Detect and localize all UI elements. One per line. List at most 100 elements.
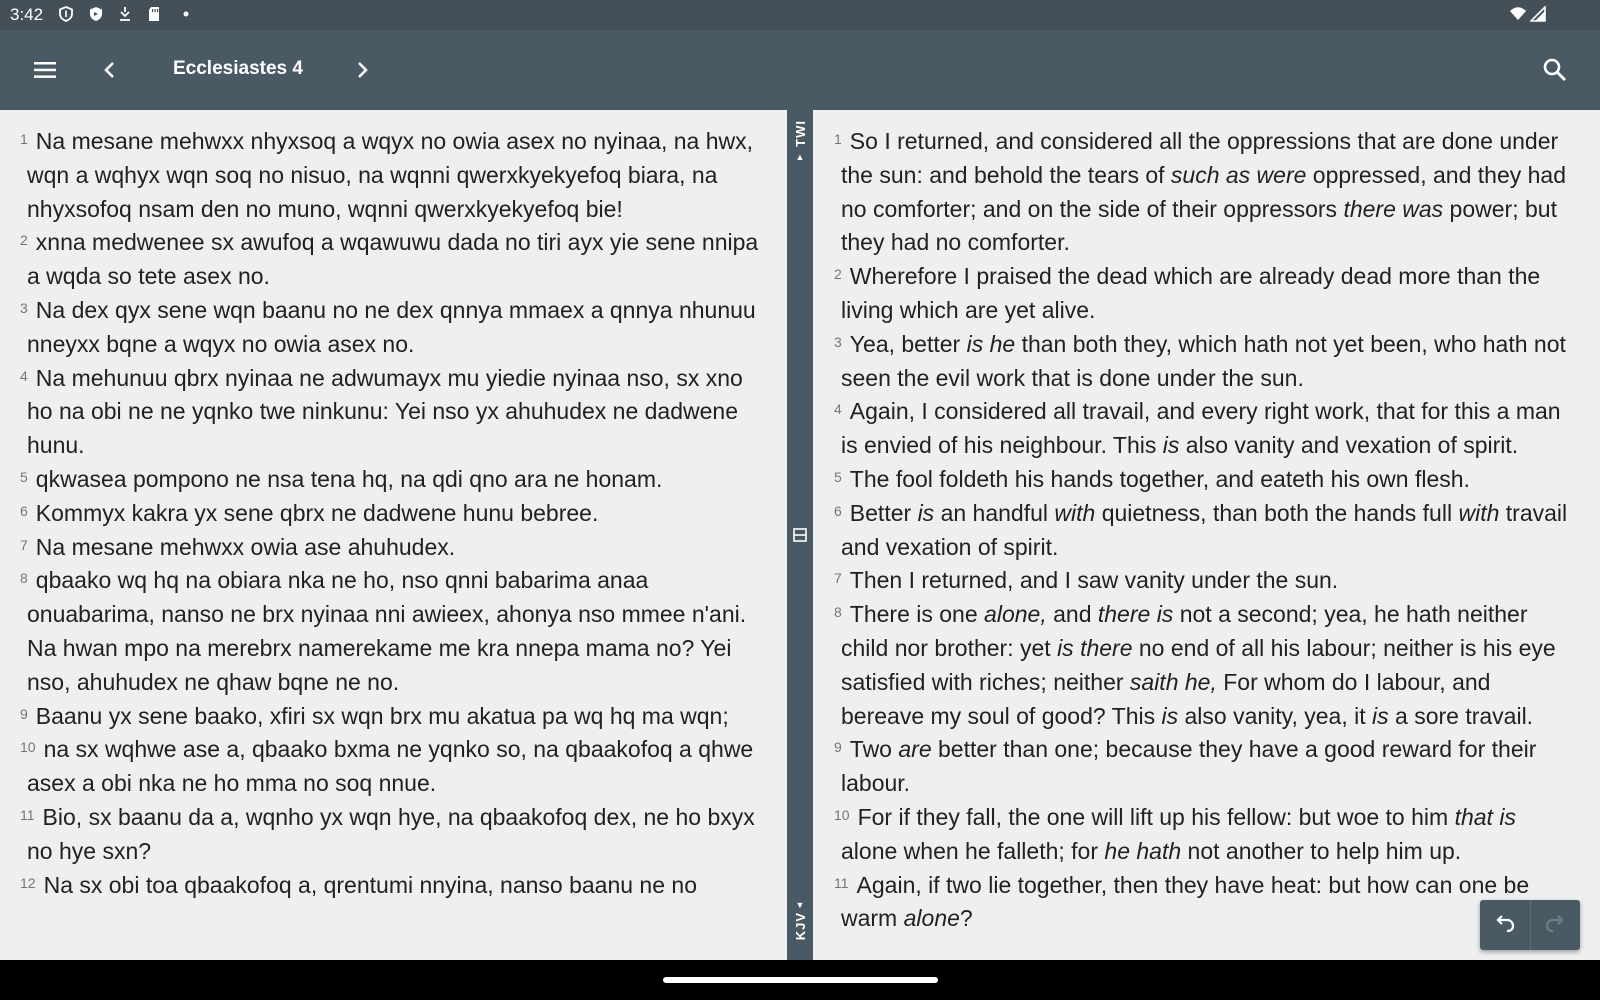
verse-text: ?: [959, 905, 973, 932]
verse-text: qbaako wq hq na obiara nka ne ho, nso qn…: [27, 567, 747, 695]
split-divider[interactable]: TWI ▲ ▼ KJV: [787, 110, 813, 960]
split-handle-icon[interactable]: [793, 528, 807, 542]
left-verse-6[interactable]: 6 Kommyx kakra yx sene qbrx ne dadwene hu…: [20, 497, 767, 531]
right-verse-1[interactable]: 1 So I returned, and considered all the o…: [834, 125, 1574, 260]
cellular-signal-icon: [1530, 6, 1546, 22]
verse-text: Yea, better: [849, 330, 967, 357]
verse-text: Better: [849, 499, 918, 526]
left-verse-9[interactable]: 9 Baanu yx sene baako, xfiri sx wqn brx m…: [20, 700, 767, 734]
left-text-pane[interactable]: 1 Na mesane mehwxx nhyxsoq a wqyx no owia…: [0, 110, 787, 960]
verse-text-italic: alone: [903, 905, 960, 932]
menu-button[interactable]: [25, 50, 65, 90]
verse-text: alone when he falleth; for: [841, 837, 1105, 864]
verse-text: Na mesane mehwxx owia ase ahuhudex.: [35, 533, 456, 560]
search-button[interactable]: [1535, 50, 1575, 90]
verse-number: 3: [20, 299, 28, 316]
verse-number: 8: [834, 604, 842, 621]
left-verse-1[interactable]: 1 Na mesane mehwxx nhyxsoq a wqyx no owia…: [20, 125, 767, 226]
chevron-left-icon: [104, 62, 114, 78]
verse-text-italic: are: [898, 736, 932, 763]
verse-number: 11: [834, 874, 849, 891]
menu-icon: [34, 62, 56, 78]
verse-number: 7: [20, 536, 28, 553]
home-gesture-handle[interactable]: [663, 977, 938, 983]
verse-number: 9: [834, 739, 842, 756]
verse-number: 6: [20, 502, 28, 519]
left-verse-10[interactable]: 10 na sx wqhwe ase a, qbaako bxma ne yqnk…: [20, 733, 767, 801]
right-verse-5[interactable]: 5 The fool foldeth his hands together, an…: [834, 463, 1574, 497]
verse-text: Wherefore I praised the dead which are a…: [841, 263, 1541, 323]
verse-text: na sx wqhwe ase a, qbaako bxma ne yqnko …: [27, 736, 754, 797]
right-verse-7[interactable]: 7 Then I returned, and I saw vanity under…: [834, 564, 1574, 598]
previous-chapter-button[interactable]: [90, 50, 130, 90]
triangle-down-icon: ▼: [795, 900, 805, 910]
verse-number: 2: [20, 232, 28, 249]
verse-number: 10: [20, 739, 36, 756]
verse-text-italic: that is: [1454, 803, 1516, 830]
undo-icon: [1496, 915, 1515, 933]
verse-text-italic: there is: [1097, 601, 1174, 628]
verse-text: and: [1046, 601, 1098, 628]
left-verse-2[interactable]: 2 xnna medwenee sx awufoq a wqawuwu dada …: [20, 226, 767, 294]
left-verse-7[interactable]: 7 Na mesane mehwxx owia ase ahuhudex.: [20, 531, 767, 565]
bottom-translation-toggle[interactable]: ▼ KJV: [787, 900, 813, 943]
verse-number: 12: [20, 874, 36, 891]
verse-text-italic: is there: [1057, 634, 1133, 661]
verse-text: a sore travail.: [1388, 702, 1534, 729]
status-time: 3:42: [10, 5, 44, 24]
right-verse-9[interactable]: 9 Two are better than one; because they h…: [834, 733, 1574, 801]
bottom-translation-label: KJV: [792, 912, 808, 941]
right-text-pane[interactable]: 1 So I returned, and considered all the o…: [813, 110, 1600, 960]
verse-number: 5: [834, 468, 842, 485]
verse-text-italic: is he: [966, 330, 1016, 357]
verse-number: 5: [20, 468, 28, 485]
vpn-key-icon: [120, 7, 130, 21]
verse-text: an handful: [934, 499, 1055, 526]
verse-text: not another to help him up.: [1181, 837, 1462, 864]
app-bar: Ecclesiastes 4: [0, 30, 1600, 110]
verse-text: Na mehunuu qbrx nyinaa ne adwumayx mu yi…: [27, 364, 743, 459]
chapter-title[interactable]: Ecclesiastes 4: [173, 58, 303, 80]
chevron-right-icon: [358, 62, 368, 78]
left-verse-12[interactable]: 12 Na sx obi toa qbaakofoq a, qrentumi nn…: [20, 869, 767, 903]
left-verse-8[interactable]: 8 qbaako wq hq na obiara nka ne ho, nso q…: [20, 564, 767, 699]
wifi-icon: [1510, 7, 1526, 20]
verse-text-italic: alone,: [984, 601, 1047, 628]
history-controls: [1480, 900, 1580, 950]
verse-number: 11: [20, 806, 35, 823]
status-bar: 3:42: [0, 0, 1600, 30]
right-verse-2[interactable]: 2 Wherefore I praised the dead which are …: [834, 260, 1574, 328]
verse-text: Na mesane mehwxx nhyxsoq a wqyx no owia …: [27, 128, 754, 222]
verse-number: 1: [834, 131, 842, 147]
left-verse-11[interactable]: 11 Bio, sx baanu da a, wqnho yx wqn hye, …: [20, 801, 767, 869]
verse-text: The fool foldeth his hands together, and…: [849, 465, 1470, 492]
right-verse-4[interactable]: 4 Again, I considered all travail, and ev…: [834, 395, 1574, 463]
redo-button[interactable]: [1530, 900, 1580, 950]
verse-number: 8: [20, 570, 28, 587]
search-icon: [1543, 58, 1566, 81]
right-verse-11[interactable]: 11 Again, if two lie together, then they …: [834, 869, 1574, 937]
verse-text: Bio, sx baanu da a, wqnho yx wqn hye, na…: [27, 803, 755, 864]
top-translation-toggle[interactable]: TWI ▲: [787, 120, 813, 162]
left-verse-4[interactable]: 4 Na mehunuu qbrx nyinaa ne adwumayx mu y…: [20, 362, 767, 463]
verse-text: Na sx obi toa qbaakofoq a, qrentumi nnyi…: [43, 871, 697, 898]
verse-number: 4: [20, 367, 28, 384]
left-verse-3[interactable]: 3 Na dex qyx sene wqn baanu no ne dex qnn…: [20, 294, 767, 362]
right-verse-10[interactable]: 10 For if they fall, the one will lift up…: [834, 801, 1574, 869]
verse-text-italic: with: [1458, 499, 1500, 526]
verse-text: There is one: [849, 601, 985, 628]
verse-text: Na dex qyx sene wqn baanu no ne dex qnny…: [27, 296, 756, 357]
right-verse-3[interactable]: 3 Yea, better is he than both they, which…: [834, 328, 1574, 396]
right-verse-8[interactable]: 8 There is one alone, and there is not a …: [834, 598, 1574, 733]
left-verse-5[interactable]: 5 qkwasea pompono ne nsa tena hq, na qdi …: [20, 463, 767, 497]
right-verse-6[interactable]: 6 Better is an handful with quietness, th…: [834, 497, 1574, 565]
top-translation-label: TWI: [792, 120, 808, 147]
undo-button[interactable]: [1480, 900, 1530, 950]
verse-number: 9: [20, 705, 28, 722]
triangle-up-icon: ▲: [795, 151, 805, 162]
verse-text: Two: [849, 736, 899, 763]
next-chapter-button[interactable]: [342, 50, 382, 90]
verse-text: better than one; because they have a goo…: [841, 736, 1537, 797]
verse-text-italic: is: [917, 499, 935, 526]
verse-text-italic: such as were: [1170, 161, 1307, 188]
